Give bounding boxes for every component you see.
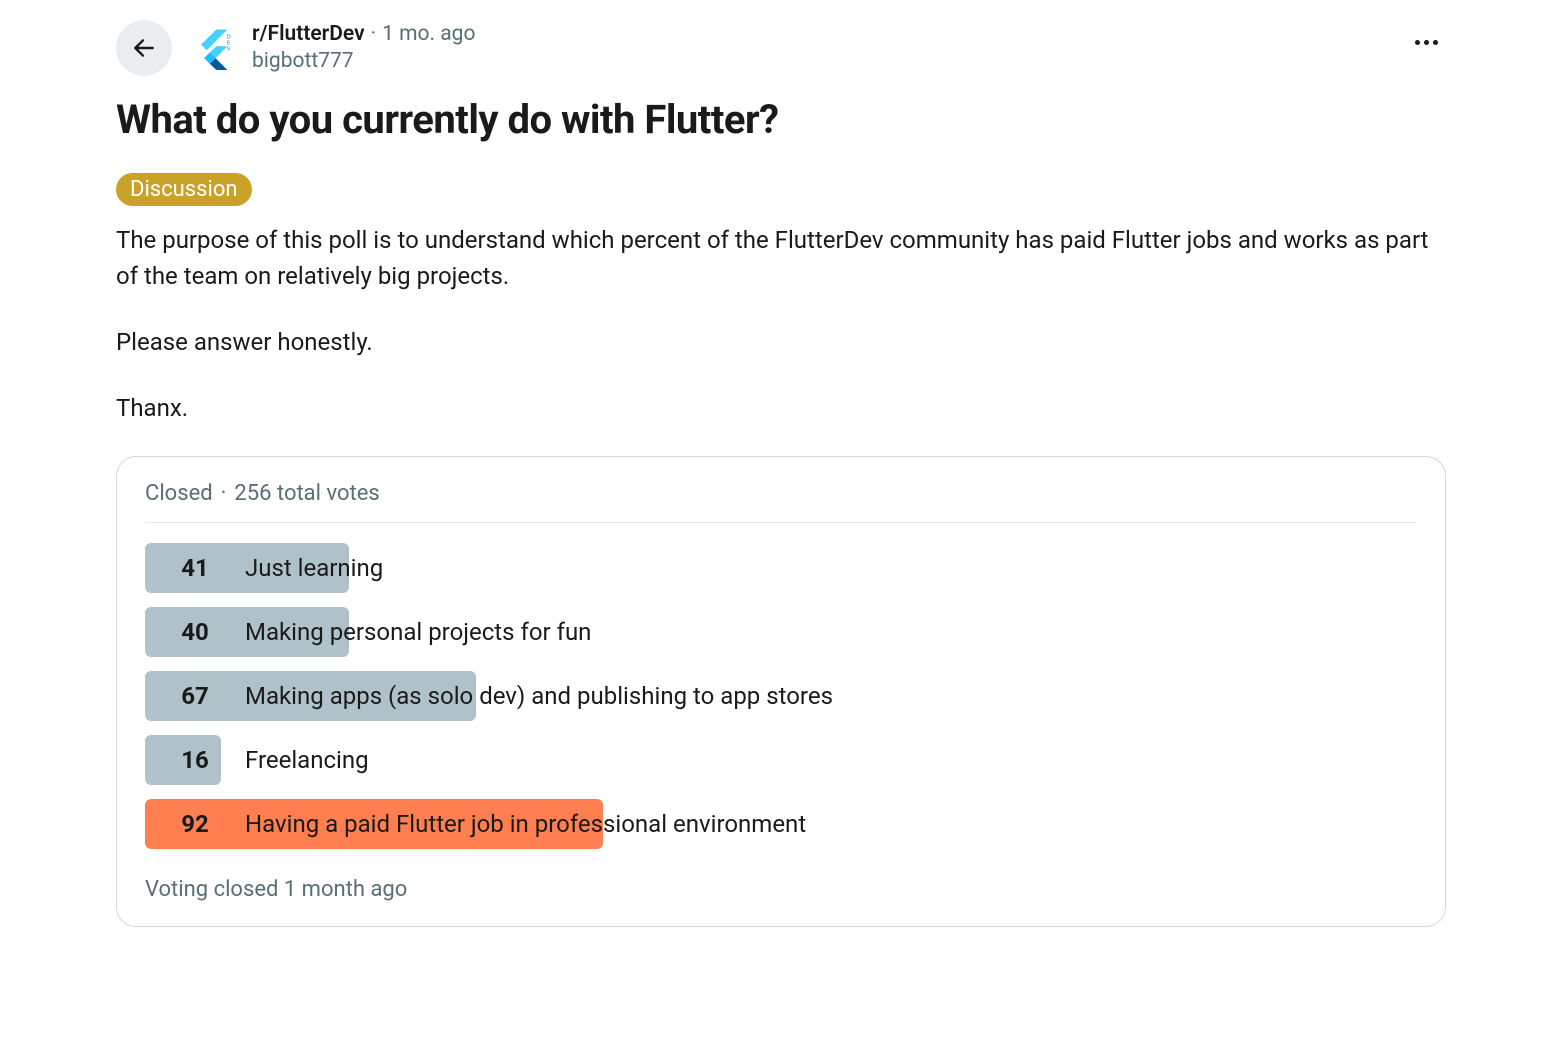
flutter-logo-icon: D E V	[190, 26, 234, 70]
arrow-left-icon	[131, 35, 157, 61]
svg-text:V: V	[227, 47, 231, 53]
author-link[interactable]: bigbott777	[252, 48, 475, 75]
post-body: The purpose of this poll is to understan…	[116, 222, 1446, 426]
poll-widget: Closed · 256 total votes 41Just learning…	[116, 456, 1446, 927]
poll-vote-count: 40	[145, 618, 245, 646]
poll-option-label: Freelancing	[245, 746, 369, 774]
poll-status: Closed	[145, 481, 213, 506]
more-options-button[interactable]	[1407, 32, 1446, 53]
poll-options-list: 41Just learning 40Making personal project…	[145, 543, 1417, 849]
body-paragraph: Please answer honestly.	[116, 324, 1446, 360]
poll-option: 41Just learning	[145, 543, 1417, 593]
subreddit-avatar[interactable]: D E V	[184, 20, 240, 76]
separator: ·	[371, 21, 377, 48]
post-meta: r/FlutterDev · 1 mo. ago bigbott777	[252, 21, 475, 76]
poll-vote-count: 41	[145, 554, 245, 582]
poll-vote-count: 92	[145, 810, 245, 838]
post-title: What do you currently do with Flutter?	[116, 96, 1446, 143]
poll-option: 40Making personal projects for fun	[145, 607, 1417, 657]
subreddit-link[interactable]: r/FlutterDev	[252, 21, 365, 48]
back-button[interactable]	[116, 20, 172, 76]
body-paragraph: Thanx.	[116, 390, 1446, 426]
post-header: D E V r/FlutterDev · 1 mo. ago bigbott77…	[116, 20, 1446, 76]
poll-option-label: Making personal projects for fun	[245, 618, 591, 646]
poll-option-label: Having a paid Flutter job in professiona…	[245, 810, 806, 838]
post-flair[interactable]: Discussion	[116, 173, 252, 206]
post-timestamp: 1 mo. ago	[382, 21, 475, 48]
svg-text:E: E	[227, 40, 231, 46]
poll-option: 67Making apps (as solo dev) and publishi…	[145, 671, 1417, 721]
svg-text:D: D	[227, 34, 231, 40]
poll-option: 92Having a paid Flutter job in professio…	[145, 799, 1417, 849]
poll-option-label: Just learning	[245, 554, 383, 582]
poll-closed-note: Voting closed 1 month ago	[145, 877, 1417, 902]
poll-option: 16Freelancing	[145, 735, 1417, 785]
body-paragraph: The purpose of this poll is to understan…	[116, 222, 1446, 294]
poll-vote-count: 16	[145, 746, 245, 774]
poll-option-label: Making apps (as solo dev) and publishing…	[245, 682, 833, 710]
poll-vote-count: 67	[145, 682, 245, 710]
separator: ·	[221, 481, 227, 506]
poll-header: Closed · 256 total votes	[145, 481, 1417, 523]
dots-icon	[1415, 40, 1420, 45]
poll-total-votes: 256 total votes	[234, 481, 379, 506]
